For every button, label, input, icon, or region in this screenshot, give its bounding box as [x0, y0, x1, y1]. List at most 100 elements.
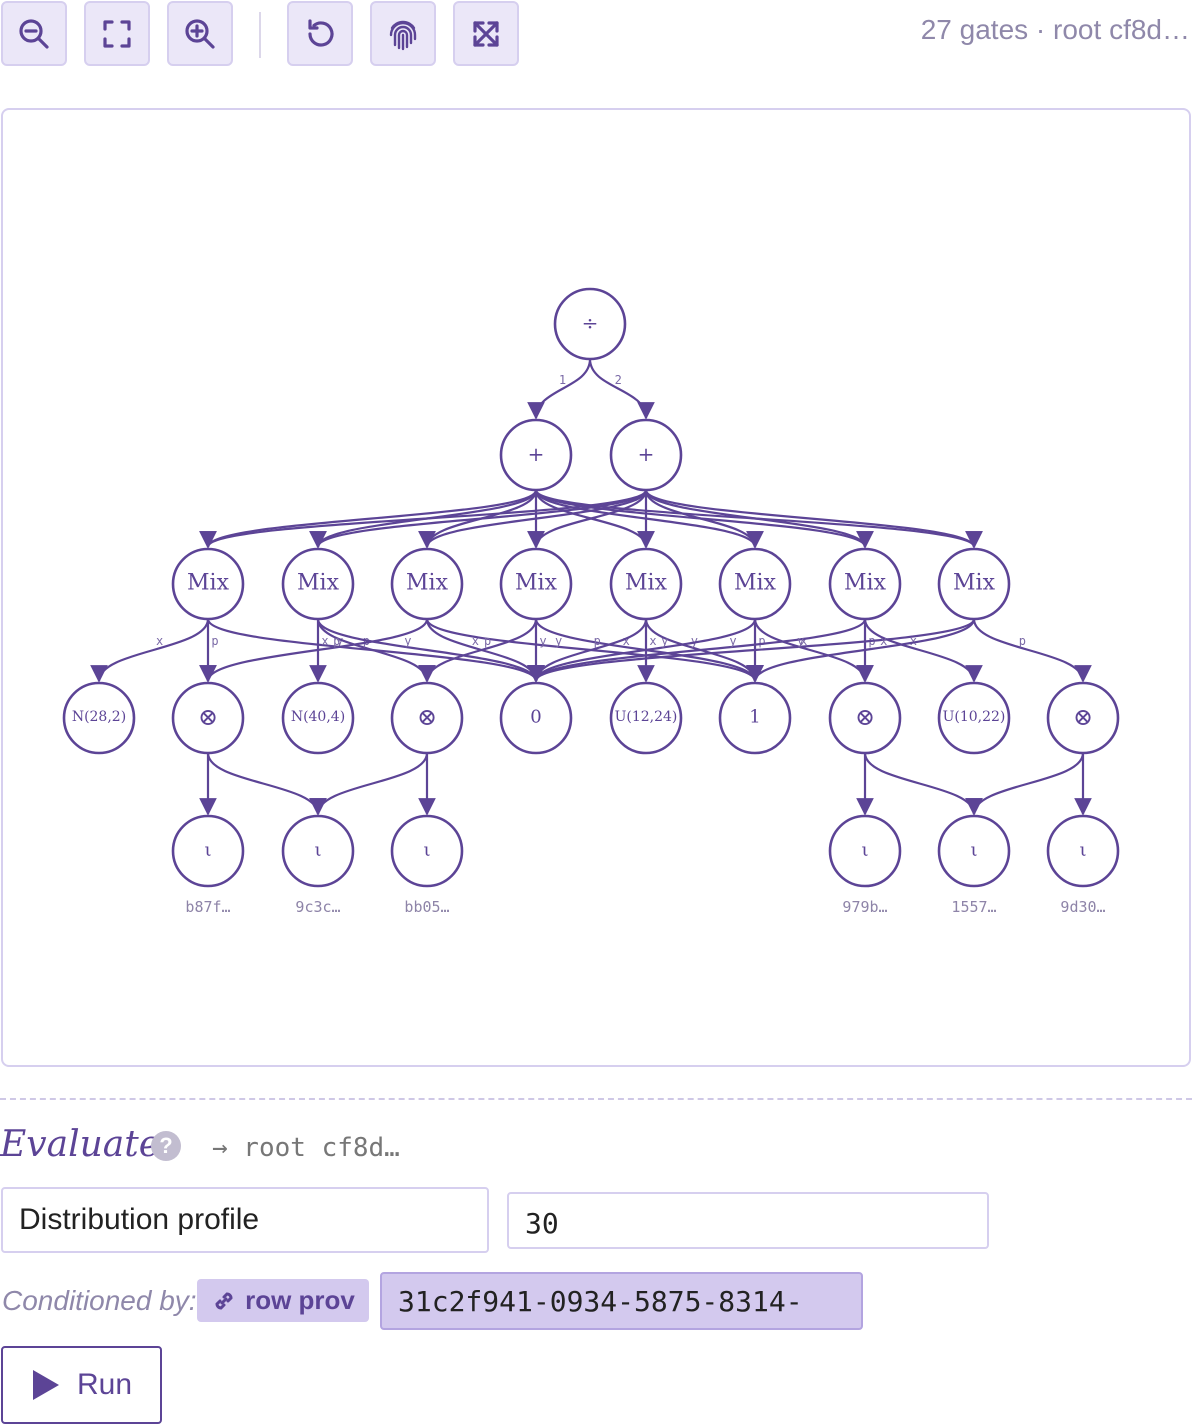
gate-label: Mix: [625, 571, 668, 596]
gate-label: ⊗: [417, 703, 437, 731]
fit-view-button[interactable]: [84, 1, 150, 66]
gate-node-one[interactable]: 1: [718, 681, 792, 755]
fingerprint-button[interactable]: [370, 1, 436, 66]
gate-label: Mix: [406, 571, 449, 596]
edge-label: p: [333, 634, 340, 648]
gate-node-u10[interactable]: U(10,22): [937, 681, 1011, 755]
gate-node-m2[interactable]: Mix: [281, 547, 355, 621]
gate-node-n28[interactable]: N(28,2): [62, 681, 136, 755]
root-reference: → root cf8d…: [212, 1133, 400, 1163]
gate-node-m1[interactable]: Mix: [171, 547, 245, 621]
edge-t2-l2: [309, 752, 429, 816]
fingerprint-icon: [389, 20, 417, 50]
gate-label: Mix: [953, 571, 996, 596]
edge-label: y: [661, 634, 668, 648]
edge-m8-t4: [972, 618, 1092, 683]
gate-label: ι: [204, 840, 211, 861]
gate-label: +: [638, 442, 655, 466]
gate-label: ι: [861, 840, 868, 861]
edge-label: p: [1019, 634, 1026, 648]
leaf-id-label: b87f…: [185, 898, 230, 916]
graph-canvas[interactable]: 12xpyxpypxypyxxpypxyypxypx ÷ + + Mix Mix Mix M…: [1, 108, 1191, 1067]
evaluation-mode-select[interactable]: Distribution profile: [1, 1187, 489, 1253]
gate-node-zero[interactable]: 0: [499, 681, 573, 755]
edge-label: y: [797, 634, 804, 648]
gate-node-m7[interactable]: Mix: [828, 547, 902, 621]
gate-node-l1[interactable]: ι b87f…: [171, 814, 245, 916]
gate-node-n40[interactable]: N(40,4): [281, 681, 355, 755]
question-icon[interactable]: ?: [151, 1131, 181, 1161]
toolbar-separator: [259, 12, 261, 58]
gate-node-l5[interactable]: ι 1557…: [937, 814, 1011, 916]
gate-node-t3[interactable]: ⊗: [828, 681, 902, 755]
gate-label: Mix: [187, 571, 230, 596]
gate-label: ⊗: [198, 703, 218, 731]
edge-m2-t2: [316, 618, 436, 683]
gate-node-m5[interactable]: Mix: [609, 547, 683, 621]
reset-button[interactable]: [287, 1, 353, 66]
gate-label: ι: [314, 840, 321, 861]
gate-node-p2[interactable]: +: [609, 418, 683, 492]
gate-node-m3[interactable]: Mix: [390, 547, 464, 621]
edge-label: x: [156, 634, 163, 648]
edge-label: 1: [559, 373, 566, 387]
zoom-in-icon: [185, 18, 215, 49]
gate-node-t2[interactable]: ⊗: [390, 681, 464, 755]
edge-p2-m7: [644, 489, 874, 549]
gate-label: 0: [530, 707, 541, 728]
play-icon: [32, 1370, 59, 1400]
gate-node-p1[interactable]: +: [499, 418, 573, 492]
edge-label: x: [880, 634, 887, 648]
link-icon: [215, 1291, 233, 1310]
zoom-in-button[interactable]: [167, 1, 233, 66]
graph-status: 27 gates · root cf8d…: [920, 14, 1190, 45]
gate-node-l6[interactable]: ι 9d30…: [1046, 814, 1120, 916]
edge-label: p: [484, 634, 491, 648]
gate-node-l2[interactable]: ι 9c3c…: [281, 814, 355, 916]
edge-label: x: [321, 634, 328, 648]
condition-uuid-value: 31c2f941-0934-5875-8314-: [398, 1284, 803, 1318]
gate-node-l4[interactable]: ι 979b…: [828, 814, 902, 916]
condition-uuid-input[interactable]: 31c2f941-0934-5875-8314-: [380, 1272, 863, 1330]
zoom-out-icon: [19, 18, 49, 49]
gate-node-t1[interactable]: ⊗: [171, 681, 245, 755]
edge-t3-l5: [863, 752, 983, 816]
edge-label: p: [594, 634, 601, 648]
gate-label: N(28,2): [72, 709, 126, 725]
run-button[interactable]: Run: [1, 1346, 162, 1424]
evaluate-title: Evaluate: [0, 1124, 161, 1165]
gate-node-m4[interactable]: Mix: [499, 547, 573, 621]
edge-m6-t3: [753, 618, 874, 683]
circuit-graph[interactable]: 1 2x p yx p yp x yp y x xp y p xy y p xy px ÷+ +Mix Mix Mix M…: [3, 110, 1189, 1065]
row-prov-label: row prov: [245, 1285, 355, 1315]
gate-node-u12[interactable]: U(12,24): [609, 681, 683, 755]
gate-node-m8[interactable]: Mix: [937, 547, 1011, 621]
edge-label: y: [404, 634, 411, 648]
leaf-id-label: 9d30…: [1060, 898, 1105, 916]
gate-label: U(12,24): [615, 709, 678, 725]
row-prov-button[interactable]: row prov: [197, 1279, 369, 1322]
gate-node-t4[interactable]: ⊗: [1046, 681, 1120, 755]
edge-label: y: [539, 634, 546, 648]
evaluation-number-input[interactable]: [507, 1192, 989, 1249]
gate-label: +: [528, 442, 545, 466]
leaf-id-label: 9c3c…: [295, 898, 340, 916]
gate-node-m6[interactable]: Mix: [718, 547, 792, 621]
gate-node-l3[interactable]: ι bb05…: [390, 814, 464, 916]
edge-label: p: [211, 634, 218, 648]
gate-node-div[interactable]: ÷: [553, 287, 627, 361]
gate-label: ⊗: [855, 703, 875, 731]
gate-label: Mix: [844, 571, 887, 596]
fullscreen-button[interactable]: [453, 1, 519, 66]
section-divider: [0, 1098, 1192, 1100]
gate-label: U(10,22): [943, 709, 1006, 725]
evaluation-mode-value: Distribution profile: [19, 1203, 260, 1236]
edge-label: 2: [615, 373, 622, 387]
edge-div-p2: [588, 358, 655, 420]
edge-div-p1: [527, 358, 592, 420]
leaf-id-label: 979b…: [842, 898, 887, 916]
edge-m4-t2: [418, 618, 538, 683]
zoom-out-button[interactable]: [1, 1, 67, 66]
gate-label: Mix: [515, 571, 558, 596]
edge-p2-m1: [199, 489, 648, 549]
